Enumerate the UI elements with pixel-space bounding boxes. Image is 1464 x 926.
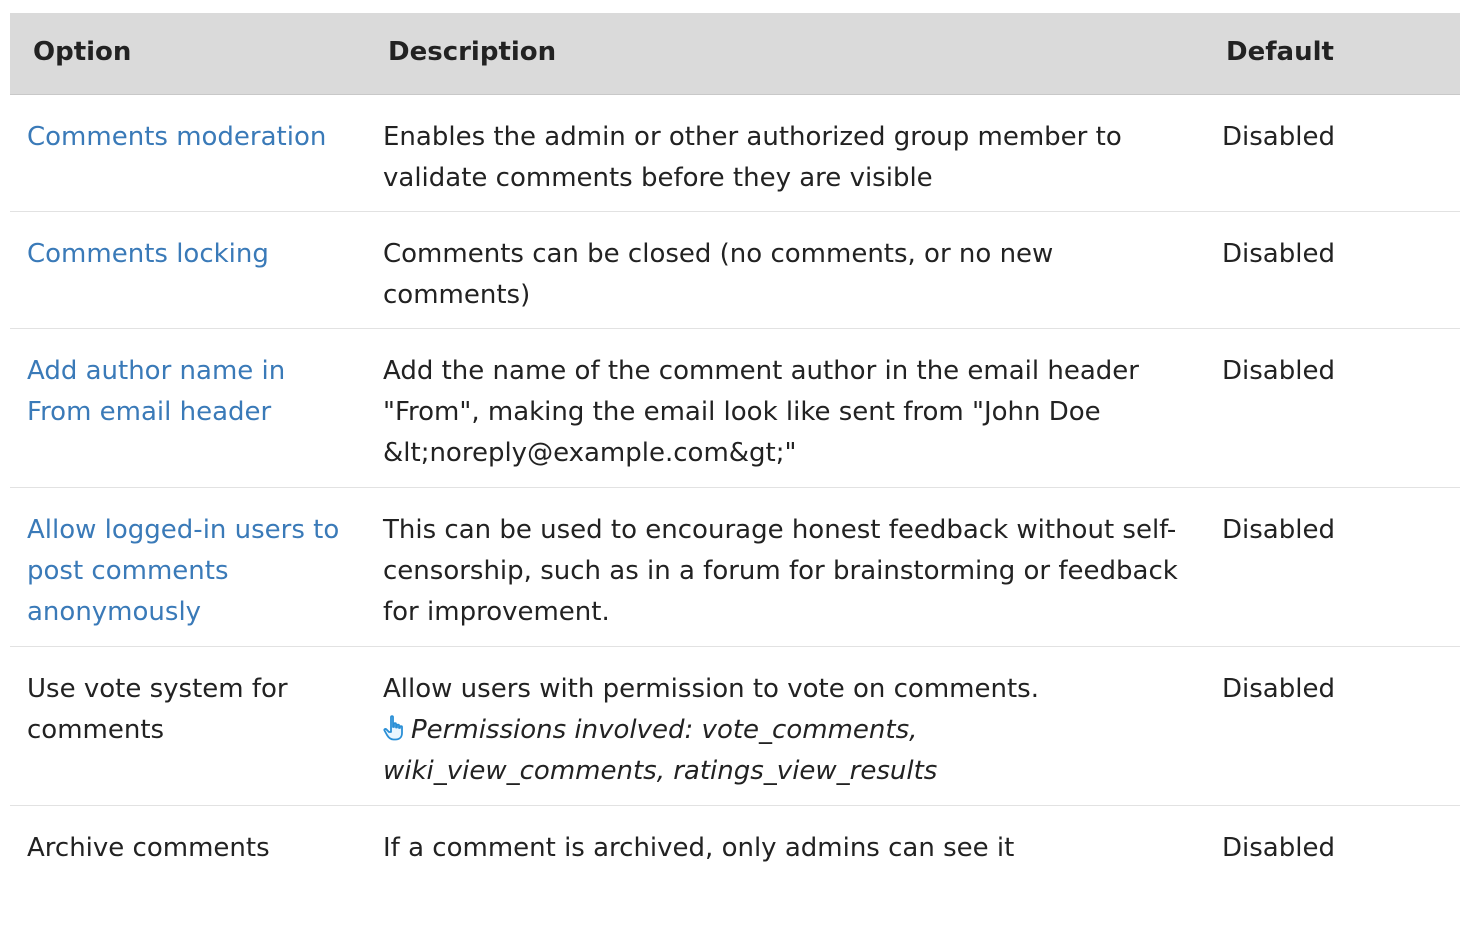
permissions-note: Permissions involved: vote_comments, wik… xyxy=(383,710,1198,792)
permissions-note-text: Permissions involved: vote_comments, wik… xyxy=(383,715,938,786)
row-default-value: Disabled xyxy=(1222,356,1335,386)
settings-table: Option Description Default Comments mode… xyxy=(10,13,1460,926)
row-description-cell: Allow users with permission to vote on c… xyxy=(383,669,1198,792)
option-comments-moderation-link[interactable]: Comments moderation xyxy=(27,117,357,158)
row-description: Allow users with permission to vote on c… xyxy=(383,674,1039,704)
table-header: Option Description Default xyxy=(10,13,1460,95)
table-row: Use vote system for comments Allow users… xyxy=(10,647,1460,806)
column-header-description: Description xyxy=(388,37,557,67)
option-author-name-from-header-link[interactable]: Add author name in From email header xyxy=(27,351,357,433)
table-row: Archive comments If a comment is archive… xyxy=(10,806,1460,926)
row-default-value: Disabled xyxy=(1222,674,1335,704)
table-row: Comments moderation Enables the admin or… xyxy=(10,95,1460,212)
row-description: This can be used to encourage honest fee… xyxy=(383,515,1178,627)
row-description: Comments can be closed (no comments, or … xyxy=(383,239,1054,310)
option-label: Use vote system for comments xyxy=(27,674,288,745)
row-default-value: Disabled xyxy=(1222,239,1335,269)
column-header-default: Default xyxy=(1226,37,1334,67)
option-label: Comments locking xyxy=(27,239,269,269)
row-description: Add the name of the comment author in th… xyxy=(383,356,1139,468)
column-header-option: Option xyxy=(33,37,132,67)
table-row: Allow logged-in users to post comments a… xyxy=(10,488,1460,647)
table-row: Comments locking Comments can be closed … xyxy=(10,212,1460,329)
option-comments-locking-link[interactable]: Comments locking xyxy=(27,234,357,275)
row-default-value: Disabled xyxy=(1222,122,1335,152)
pointing-hand-icon xyxy=(383,715,403,741)
table-row: Add author name in From email header Add… xyxy=(10,329,1460,488)
row-description: Enables the admin or other authorized gr… xyxy=(383,122,1122,193)
option-label: Comments moderation xyxy=(27,122,327,152)
option-label: Add author name in From email header xyxy=(27,356,286,427)
option-label: Allow logged-in users to post comments a… xyxy=(27,515,340,627)
row-default-value: Disabled xyxy=(1222,515,1335,545)
option-anonymous-comments-link[interactable]: Allow logged-in users to post comments a… xyxy=(27,510,357,633)
